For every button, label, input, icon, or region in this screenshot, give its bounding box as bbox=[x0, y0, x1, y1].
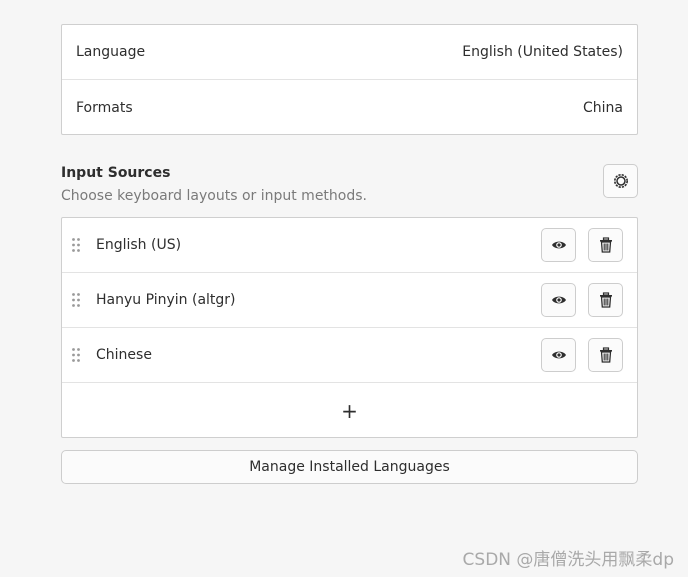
input-source-row: English (US) bbox=[62, 218, 637, 273]
input-sources-subtitle: Choose keyboard layouts or input methods… bbox=[61, 188, 367, 204]
eye-icon bbox=[551, 241, 566, 249]
trash-icon bbox=[599, 347, 612, 363]
input-source-name: English (US) bbox=[96, 237, 182, 253]
input-source-row: Hanyu Pinyin (altgr) bbox=[62, 273, 637, 328]
eye-icon bbox=[551, 351, 566, 359]
manage-installed-languages-label: Manage Installed Languages bbox=[249, 459, 450, 475]
remove-input-source-button[interactable] bbox=[588, 228, 623, 262]
language-row[interactable]: Language English (United States) bbox=[62, 25, 637, 80]
input-sources-title: Input Sources bbox=[61, 165, 171, 181]
view-layout-button[interactable] bbox=[541, 228, 576, 262]
watermark: CSDN @唐僧洗头用飘柔dp bbox=[462, 550, 674, 570]
remove-input-source-button[interactable] bbox=[588, 283, 623, 317]
formats-row[interactable]: Formats China bbox=[62, 80, 637, 135]
view-layout-button[interactable] bbox=[541, 338, 576, 372]
input-source-name: Chinese bbox=[96, 347, 152, 363]
view-layout-button[interactable] bbox=[541, 283, 576, 317]
input-source-row: Chinese bbox=[62, 328, 637, 383]
region-list: Language English (United States) Formats… bbox=[61, 24, 638, 135]
input-sources-options-button[interactable] bbox=[603, 164, 638, 198]
language-value: English (United States) bbox=[462, 44, 623, 60]
trash-icon bbox=[599, 237, 612, 253]
plus-icon: + bbox=[341, 398, 358, 423]
drag-handle-icon[interactable] bbox=[70, 292, 82, 308]
drag-handle-icon[interactable] bbox=[70, 347, 82, 363]
remove-input-source-button[interactable] bbox=[588, 338, 623, 372]
language-label: Language bbox=[76, 44, 146, 60]
drag-handle-icon[interactable] bbox=[70, 237, 82, 253]
add-input-source-button[interactable]: + bbox=[62, 383, 637, 438]
gear-icon bbox=[613, 174, 628, 188]
input-sources-list: English (US) Hanyu Pinyin (altgr) Chines… bbox=[61, 217, 638, 438]
input-source-name: Hanyu Pinyin (altgr) bbox=[96, 292, 236, 308]
manage-installed-languages-button[interactable]: Manage Installed Languages bbox=[61, 450, 638, 484]
trash-icon bbox=[599, 292, 612, 308]
formats-label: Formats bbox=[76, 99, 133, 116]
formats-value: China bbox=[583, 99, 623, 116]
eye-icon bbox=[551, 296, 566, 304]
